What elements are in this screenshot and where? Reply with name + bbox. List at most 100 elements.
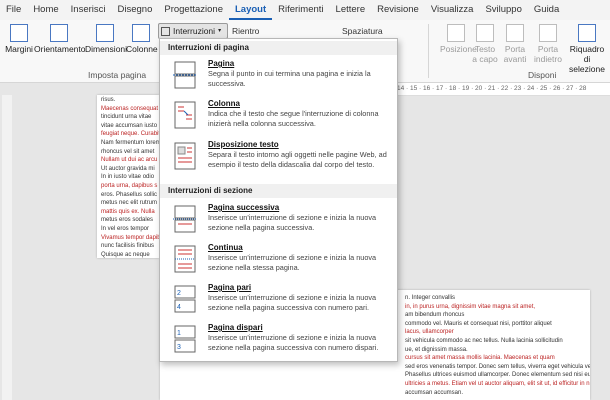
doc-line: n. Integer convallis	[405, 295, 456, 301]
posizione-icon	[447, 24, 465, 42]
svg-text:1: 1	[177, 330, 181, 337]
menu-item-title: Disposizione testo	[208, 140, 279, 149]
tab-riferimenti[interactable]: Riferimenti	[272, 0, 329, 20]
tab-inserisci[interactable]: Inserisci	[65, 0, 112, 20]
svg-text:4: 4	[177, 304, 181, 311]
riquadro-selezione-button[interactable]: Riquadro di selezione	[566, 24, 608, 74]
doc-line: Nam fermentum lorem	[101, 139, 159, 146]
ribbon-tabs: File Home Inserisci Disegno Progettazione Lay…	[0, 0, 610, 20]
menu-item-title: Colonna	[208, 99, 240, 108]
margini-icon	[10, 24, 28, 42]
even-page-break-icon: 2 4	[174, 285, 196, 313]
margini-label: Margini	[5, 44, 33, 54]
doc-line: In in iusto vitae odio	[101, 174, 155, 181]
doc-line: nunc facilisis finibus	[101, 243, 155, 250]
tab-guida[interactable]: Guida	[528, 0, 565, 20]
porta-indietro-button[interactable]: Porta indietro	[532, 24, 564, 64]
doc-line: porta urna, dapibus s	[101, 182, 158, 189]
dimensioni-label: Dimensioni	[85, 44, 128, 54]
next-page-break-icon	[173, 205, 197, 233]
doc-line: accumsan accumsan.	[405, 389, 464, 396]
tab-sviluppo[interactable]: Sviluppo	[479, 0, 527, 20]
menu-section-interruzioni-pagina: Interruzioni di pagina	[160, 41, 397, 55]
doc-line: Maecenas consequat	[101, 105, 159, 112]
interruzioni-button[interactable]: Interruzioni ▾	[158, 23, 229, 39]
document-page-left[interactable]: risus. Maecenas consequat tincidunt urna v…	[97, 95, 159, 258]
menu-item-title: Continua	[208, 243, 243, 252]
menu-item-desc: Inserisce un'interruzione di sezione e i…	[208, 253, 377, 272]
doc-line: sed eros venenatis tempor. Donec sem tel…	[405, 363, 590, 370]
orientamento-button[interactable]: Orientamento	[34, 24, 86, 54]
horizontal-ruler: 14 · 15 · 16 · 17 · 18 · 19 · 20 · 21 · …	[395, 83, 610, 96]
spaziatura-label: Spaziatura	[342, 26, 383, 36]
porta-indietro-icon	[539, 24, 557, 42]
doc-line: vitae accumsan iusto	[101, 122, 158, 129]
menu-item-pagina-dispari[interactable]: 1 3 Pagina dispari Inserisce un'interruz…	[160, 322, 397, 360]
dimensioni-button[interactable]: Dimensioni	[85, 24, 128, 54]
tab-file[interactable]: File	[0, 0, 27, 20]
riquadro-selezione-label: Riquadro di selezione	[569, 44, 605, 74]
tab-disegno[interactable]: Disegno	[112, 0, 159, 20]
doc-line: tincidunt urna vitae	[101, 114, 152, 121]
menu-item-pagina-pari[interactable]: 2 4 Pagina pari Inserisce un'interruzion…	[160, 282, 397, 320]
posizione-button[interactable]: Posizione	[440, 24, 477, 54]
column-break-icon	[174, 101, 196, 129]
doc-line: lacus, ullamcorper	[405, 329, 454, 336]
doc-line: ue, et dignissim massa.	[405, 346, 468, 353]
interruzioni-menu: Interruzioni di pagina Pagina Segna il p…	[159, 38, 398, 362]
tab-progettazione[interactable]: Progettazione	[158, 0, 229, 20]
doc-line: metus nec elit rutrum	[101, 200, 158, 207]
doc-line: In vel eros tempor	[101, 225, 150, 232]
doc-line: Vivamus tempor dapibus	[101, 234, 159, 241]
testo-a-capo-label: Testo a capo	[472, 44, 498, 64]
testo-a-capo-icon	[476, 24, 494, 42]
porta-avanti-icon	[506, 24, 524, 42]
doc-line: metus eros sodales	[101, 217, 154, 224]
doc-line: in, in purus urna, dignissim vitae magna…	[405, 303, 536, 310]
menu-item-pagina[interactable]: Pagina Segna il punto in cui termina una…	[160, 58, 397, 96]
svg-text:3: 3	[177, 344, 181, 351]
orientamento-icon	[50, 24, 68, 42]
tab-visualizza[interactable]: Visualizza	[425, 0, 480, 20]
svg-text:2: 2	[177, 290, 181, 297]
doc-line: am bibendum rhoncus	[405, 312, 465, 319]
menu-item-continua[interactable]: Continua Inserisce un'interruzione di se…	[160, 242, 397, 280]
group-disponi: Disponi	[528, 70, 557, 80]
riquadro-selezione-icon	[578, 24, 596, 42]
text-wrapping-icon	[174, 142, 196, 170]
menu-item-desc: Separa il testo intorno agli oggetti nel…	[208, 150, 387, 169]
rientro-label: Rientro	[232, 26, 260, 36]
tab-lettere[interactable]: Lettere	[330, 0, 372, 20]
tab-home[interactable]: Home	[27, 0, 64, 20]
margini-button[interactable]: Margini	[4, 24, 34, 54]
doc-line: commodo vel. Mauris et consequat nisi, p…	[405, 320, 552, 327]
menu-item-title: Pagina dispari	[208, 323, 263, 332]
doc-line: risus.	[101, 97, 116, 103]
left-page-text: risus. Maecenas consequat tincidunt urna v…	[97, 95, 159, 258]
interruzioni-icon	[161, 26, 170, 36]
menu-item-desc: Inserisce un'interruzione di sezione e i…	[208, 333, 379, 352]
colonne-button[interactable]: Colonne	[126, 24, 158, 54]
tab-revisione[interactable]: Revisione	[371, 0, 425, 20]
menu-item-pagina-successiva[interactable]: Pagina successiva Inserisce un'interruzi…	[160, 202, 397, 240]
vertical-ruler	[2, 95, 12, 400]
continuous-break-icon	[174, 245, 196, 273]
orientamento-label: Orientamento	[34, 44, 86, 54]
ruler-marks: 14 · 15 · 16 · 17 · 18 · 19 · 20 · 21 · …	[397, 85, 587, 92]
testo-a-capo-button[interactable]: Testo a capo	[472, 24, 498, 64]
group-separator	[428, 24, 429, 78]
menu-item-colonna[interactable]: Colonna Indica che il testo che segue l'…	[160, 98, 397, 136]
porta-avanti-button[interactable]: Porta avanti	[500, 24, 530, 64]
doc-line: cursus sit amet massa mollis lacinia. Ma…	[405, 355, 555, 362]
doc-line: Quisque ac neque	[101, 251, 150, 258]
menu-item-desc: Segna il punto in cui termina una pagina…	[208, 69, 371, 88]
doc-line: ultricies a metus. Etiam vel ut auctor a…	[405, 380, 590, 387]
tab-layout[interactable]: Layout	[228, 0, 273, 20]
group-imposta-pagina: Imposta pagina	[88, 70, 147, 80]
menu-item-disposizione-testo[interactable]: Disposizione testo Separa il testo intor…	[160, 139, 397, 177]
porta-avanti-label: Porta avanti	[503, 44, 527, 64]
doc-line: Ut auctor gravida mi	[101, 165, 155, 172]
doc-line: rhoncus vel sit amet	[101, 148, 155, 155]
interruzioni-label: Interruzioni	[173, 26, 216, 36]
colonne-label: Colonne	[126, 44, 158, 54]
